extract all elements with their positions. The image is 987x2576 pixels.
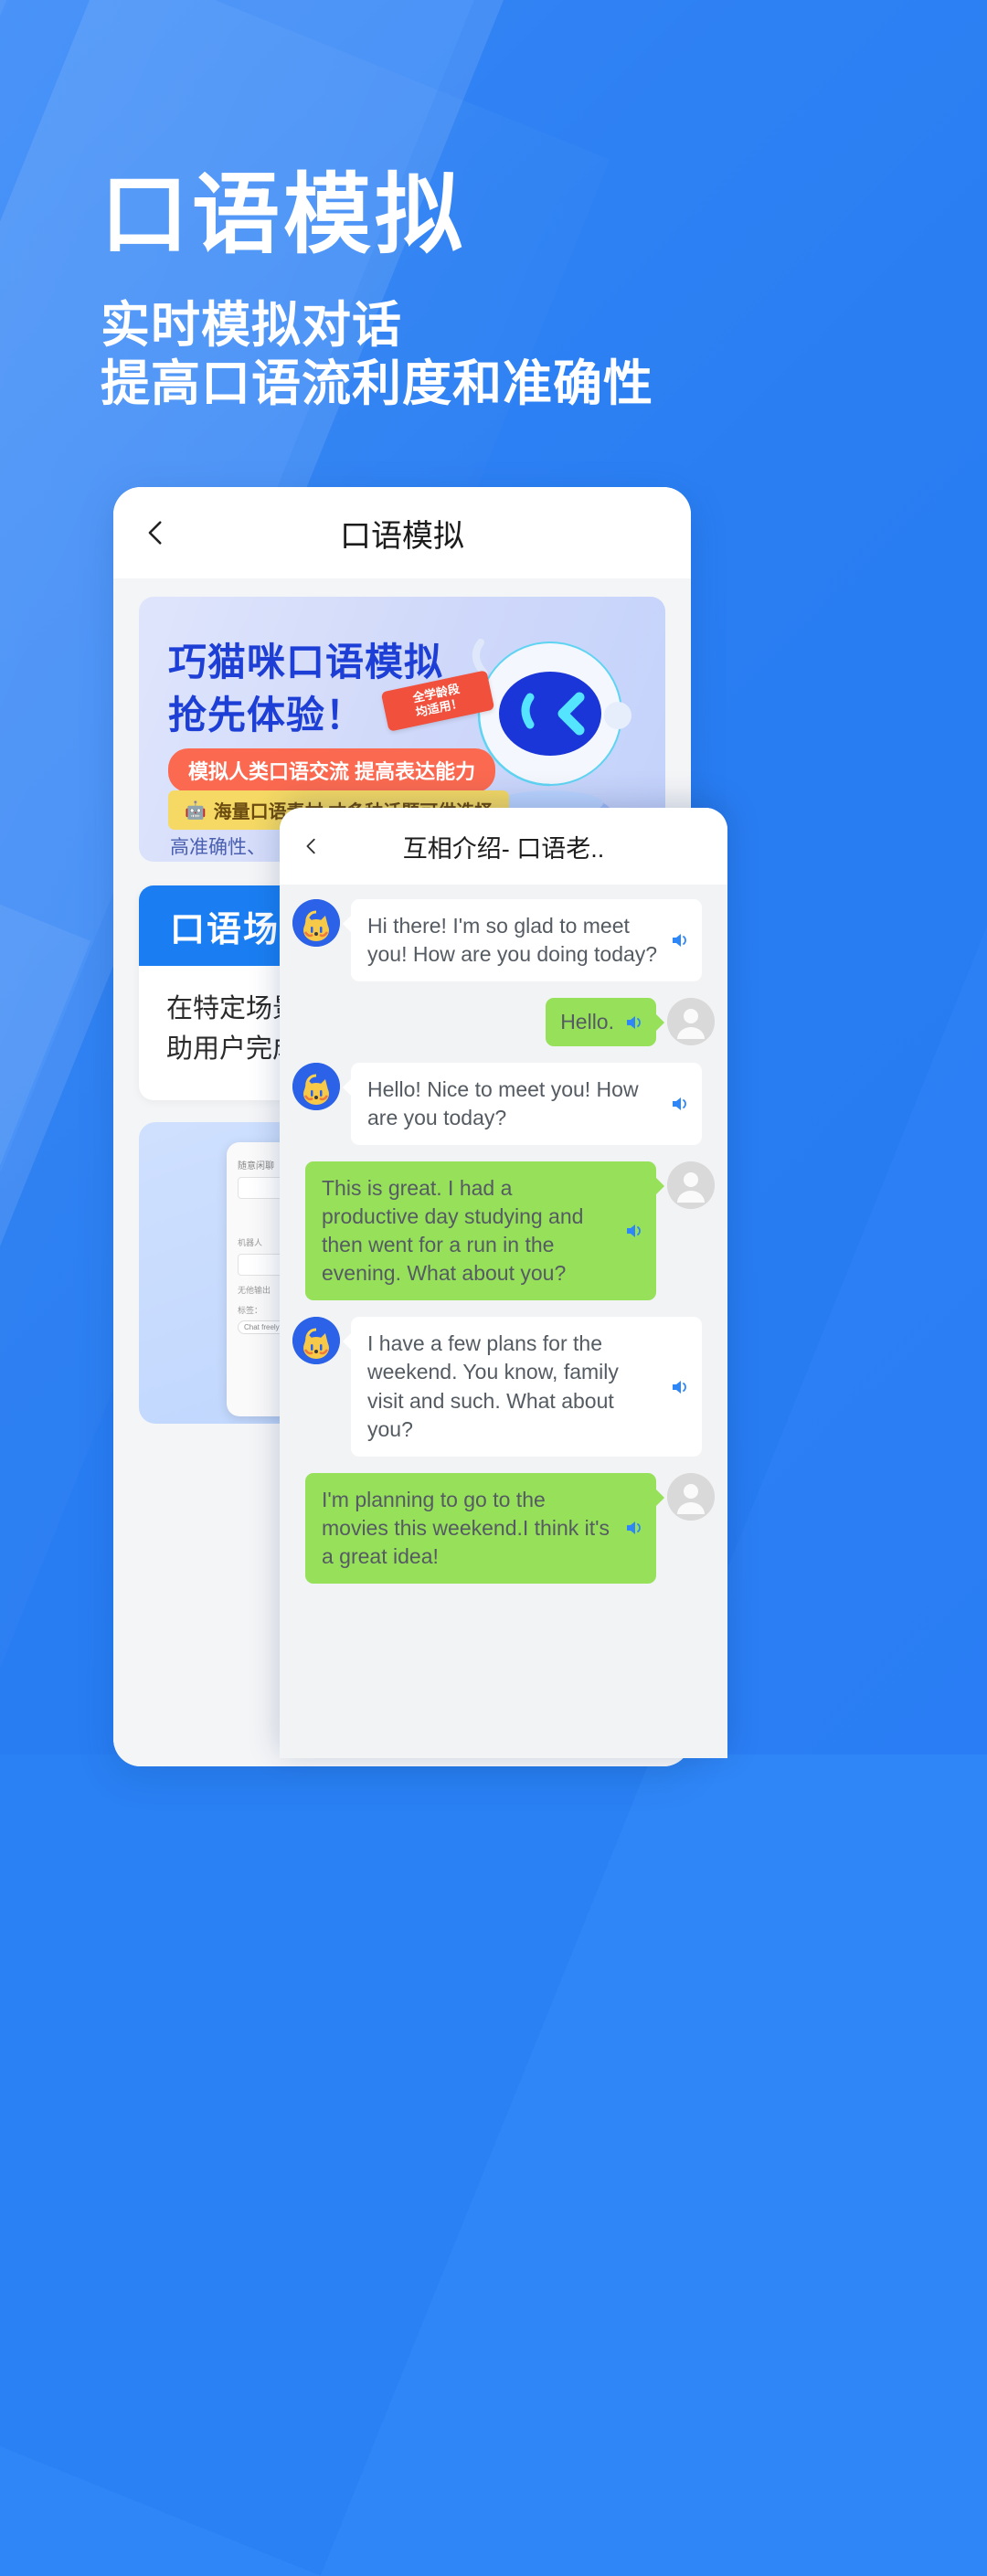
speaker-icon[interactable] <box>669 1093 691 1115</box>
banner-line-1: 巧猫咪口语模拟 <box>168 641 444 684</box>
chat-bubble-user[interactable]: This is great. I had a productive day st… <box>305 1161 664 1301</box>
chat-bubble-text: I'm planning to go to the movies this we… <box>322 1487 610 1568</box>
chat-message-row: I'm planning to go to the movies this we… <box>292 1472 715 1584</box>
person-avatar-icon <box>667 1161 715 1210</box>
chat-header: 互相介绍- 口语老.. <box>280 808 727 885</box>
cat-avatar-icon <box>292 1063 340 1111</box>
speaker-icon[interactable] <box>623 1517 645 1539</box>
preview-chip[interactable]: Chat freely <box>238 1320 286 1334</box>
person-avatar-icon <box>667 1472 715 1521</box>
page-subtitle: 实时模拟对话 提高口语流利度和准确性 <box>101 297 653 413</box>
headline-block: 口语模拟 实时模拟对话 提高口语流利度和准确性 <box>101 166 653 413</box>
chat-message-row: Hello. <box>292 998 715 1047</box>
chevron-left-icon[interactable] <box>302 836 322 856</box>
cat-avatar-icon <box>292 899 340 947</box>
chat-bubble-text: I have a few plans for the weekend. You … <box>367 1331 619 1441</box>
page-title: 口语模拟 <box>101 166 466 264</box>
chat-bubble-text: Hello. <box>560 1010 614 1034</box>
chat-bubble-user[interactable]: Hello. <box>546 998 664 1047</box>
chat-message-row: Hello! Nice to meet you! How are you tod… <box>292 1063 715 1146</box>
banner-pill-red: 模拟人类口语交流 提高表达能力 <box>168 748 496 792</box>
chat-title: 互相介绍- 口语老.. <box>402 834 605 863</box>
chat-message-row: This is great. I had a productive day st… <box>292 1161 715 1301</box>
chat-bubble-user[interactable]: I'm planning to go to the movies this we… <box>305 1472 664 1584</box>
robot-icon: 🤖 <box>185 800 207 821</box>
phone-header: 口语模拟 <box>113 487 691 578</box>
chat-message-list[interactable]: Hi there! I'm so glad to meet you! How a… <box>280 885 727 1758</box>
speaker-icon[interactable] <box>623 1012 645 1034</box>
phone-screen-title: 口语模拟 <box>340 518 464 554</box>
chat-bubble-text: Hello! Nice to meet you! How are you tod… <box>367 1077 639 1130</box>
chat-bubble-bot[interactable]: I have a few plans for the weekend. You … <box>343 1317 702 1457</box>
subtitle-line-1: 实时模拟对话 <box>101 297 402 353</box>
cat-avatar-icon <box>292 1317 340 1365</box>
speaker-icon[interactable] <box>623 1220 645 1242</box>
chat-message-row: I have a few plans for the weekend. You … <box>292 1317 715 1457</box>
speaker-icon[interactable] <box>669 929 691 951</box>
chat-bubble-text: This is great. I had a productive day st… <box>322 1176 584 1286</box>
speaker-icon[interactable] <box>669 1376 691 1398</box>
chevron-left-icon[interactable] <box>141 517 172 548</box>
banner-line-2: 抢先体验！ <box>168 694 366 737</box>
person-avatar-icon <box>667 998 715 1046</box>
chat-bubble-text: Hi there! I'm so glad to meet you! How a… <box>367 914 658 967</box>
chat-message-row: Hi there! I'm so glad to meet you! How a… <box>292 899 715 982</box>
chat-bubble-bot[interactable]: Hi there! I'm so glad to meet you! How a… <box>343 899 702 982</box>
chat-overlay-panel: 互相介绍- 口语老.. Hi there! I'm so glad to mee… <box>280 808 727 1758</box>
chat-bubble-bot[interactable]: Hello! Nice to meet you! How are you tod… <box>343 1063 702 1146</box>
subtitle-line-2: 提高口语流利度和准确性 <box>101 355 653 411</box>
banner-footer: 高准确性、 <box>170 837 266 858</box>
